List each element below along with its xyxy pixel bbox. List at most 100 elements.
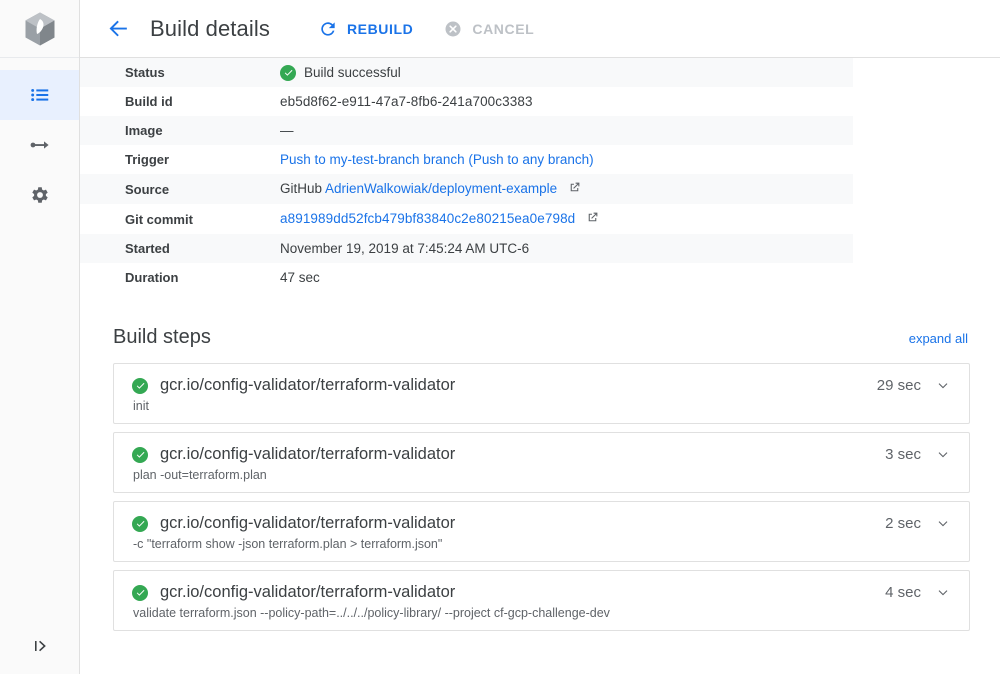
detail-key-started: Started <box>80 234 280 263</box>
build-step-name: gcr.io/config-validator/terraform-valida… <box>160 376 456 394</box>
detail-key-image: Image <box>80 116 280 145</box>
build-step-args: plan -out=terraform.plan <box>133 468 267 482</box>
main-area: Build details REBUILD CANCEL Status Buil… <box>80 0 1000 674</box>
git-commit-link[interactable]: a891989dd52fcb479bf83840c2e80215ea0e798d <box>280 211 575 226</box>
page-header: Build details REBUILD CANCEL <box>80 0 1000 58</box>
header-actions: REBUILD CANCEL <box>318 19 534 39</box>
detail-value-started: November 19, 2019 at 7:45:24 AM UTC-6 <box>280 234 853 263</box>
external-link-icon[interactable] <box>586 205 599 234</box>
build-step-top-row: gcr.io/config-validator/terraform-valida… <box>132 514 951 533</box>
gear-icon <box>31 187 48 203</box>
build-step-card[interactable]: gcr.io/config-validator/terraform-valida… <box>113 432 970 493</box>
table-row: Duration 47 sec <box>80 263 1000 292</box>
detail-key-source: Source <box>80 174 280 204</box>
build-steps-section: Build steps expand all gcr.io/config-val… <box>80 326 1000 631</box>
build-step-duration: 4 sec <box>885 584 921 601</box>
cloud-build-cube-logo-icon <box>25 12 54 45</box>
table-cell-filler <box>853 204 1000 234</box>
cancel-button: CANCEL <box>443 19 534 39</box>
sidebar-item-triggers[interactable] <box>0 120 79 170</box>
build-step-card[interactable]: gcr.io/config-validator/terraform-valida… <box>113 363 970 424</box>
page-title: Build details <box>150 15 270 41</box>
detail-value-image: — <box>280 116 853 145</box>
build-step-top-row: gcr.io/config-validator/terraform-valida… <box>132 445 951 464</box>
table-row: Trigger Push to my-test-branch branch (P… <box>80 145 1000 174</box>
build-step-args: validate terraform.json --policy-path=..… <box>133 606 610 620</box>
build-step-duration: 2 sec <box>885 515 921 532</box>
rebuild-label: REBUILD <box>346 20 414 37</box>
table-cell-filler <box>853 263 1000 292</box>
expand-rail-button[interactable] <box>0 618 79 674</box>
check-circle-icon <box>132 515 148 532</box>
build-step-card[interactable]: gcr.io/config-validator/terraform-valida… <box>113 501 970 562</box>
chevron-down-icon[interactable] <box>935 585 951 601</box>
build-details-table: Status Build successful Build id eb5d8f6… <box>80 58 1000 292</box>
detail-value-build-id: eb5d8f62-e911-47a7-8fb6-241a700c3383 <box>280 94 533 109</box>
table-row: Git commit a891989dd52fcb479bf83840c2e80… <box>80 204 1000 234</box>
build-step-duration: 29 sec <box>876 377 921 394</box>
build-details-page: Build details REBUILD CANCEL Status Buil… <box>0 0 1000 674</box>
chevron-down-icon[interactable] <box>935 378 951 394</box>
build-step-duration: 3 sec <box>885 446 921 463</box>
detail-value-source: GitHub AdrienWalkowiak/deployment-exampl… <box>280 174 853 204</box>
check-circle-icon <box>132 446 148 463</box>
rail-spacer <box>0 58 79 70</box>
refresh-icon <box>321 21 335 36</box>
build-steps-title: Build steps <box>113 326 211 348</box>
table-cell-filler <box>853 87 1000 116</box>
detail-key-duration: Duration <box>125 270 179 285</box>
check-circle-icon <box>280 64 296 81</box>
detail-value-trigger: Push to my-test-branch branch (Push to a… <box>280 145 853 174</box>
sidebar-item-history[interactable] <box>0 70 79 120</box>
cancel-label: CANCEL <box>472 20 535 37</box>
detail-key-status: Status <box>80 58 280 87</box>
trigger-arrow-icon <box>30 141 49 149</box>
table-row: Image — <box>80 116 1000 145</box>
detail-value-duration: 47 sec <box>280 270 320 285</box>
expand-panel-icon <box>34 640 46 652</box>
rail-filler <box>0 220 79 618</box>
product-logo <box>0 0 79 58</box>
build-step-args: -c "terraform show -json terraform.plan … <box>133 537 443 551</box>
build-step-name: gcr.io/config-validator/terraform-valida… <box>160 583 456 601</box>
build-step-args: init <box>133 399 149 413</box>
external-link-icon[interactable] <box>568 175 581 204</box>
detail-key-trigger: Trigger <box>125 152 170 167</box>
check-circle-icon <box>132 584 148 601</box>
detail-value-git-commit: a891989dd52fcb479bf83840c2e80215ea0e798d <box>280 204 853 234</box>
check-circle-icon <box>132 377 148 394</box>
chevron-down-icon[interactable] <box>935 447 951 463</box>
table-row: Started November 19, 2019 at 7:45:24 AM … <box>80 234 1000 263</box>
page-body: Status Build successful Build id eb5d8f6… <box>80 58 1000 674</box>
status-text: Build successful <box>304 65 401 80</box>
cancel-circle-icon <box>445 21 461 36</box>
source-repo-link[interactable]: AdrienWalkowiak/deployment-example <box>325 181 557 196</box>
table-cell-filler <box>853 174 1000 204</box>
build-step-top-row: gcr.io/config-validator/terraform-valida… <box>132 376 951 395</box>
build-step-name: gcr.io/config-validator/terraform-valida… <box>160 445 456 463</box>
table-cell-filler <box>853 234 1000 263</box>
table-row: Source GitHub AdrienWalkowiak/deployment… <box>80 174 1000 204</box>
left-nav-rail <box>0 0 80 674</box>
back-arrow-icon <box>109 20 127 37</box>
source-prefix: GitHub <box>280 181 326 196</box>
table-cell-filler <box>853 116 1000 145</box>
list-icon <box>30 88 48 102</box>
table-cell-filler <box>853 58 1000 87</box>
build-step-name: gcr.io/config-validator/terraform-valida… <box>160 514 456 532</box>
detail-key-git-commit: Git commit <box>125 211 193 227</box>
sidebar-item-settings[interactable] <box>0 170 79 220</box>
expand-all-link[interactable]: expand all <box>909 331 968 346</box>
trigger-link[interactable]: Push to my-test-branch branch (Push to a… <box>280 152 594 167</box>
detail-key-build-id: Build id <box>125 94 173 109</box>
chevron-down-icon[interactable] <box>935 516 951 532</box>
table-row: Build id eb5d8f62-e911-47a7-8fb6-241a700… <box>80 87 1000 116</box>
detail-value-status: Build successful <box>280 58 853 87</box>
build-step-top-row: gcr.io/config-validator/terraform-valida… <box>132 583 951 602</box>
rebuild-button[interactable]: REBUILD <box>318 19 413 39</box>
build-steps-header: Build steps expand all <box>113 326 970 349</box>
build-step-card[interactable]: gcr.io/config-validator/terraform-valida… <box>113 570 970 631</box>
table-cell-filler <box>853 145 1000 174</box>
back-button[interactable] <box>98 9 138 49</box>
table-row: Status Build successful <box>80 58 1000 87</box>
